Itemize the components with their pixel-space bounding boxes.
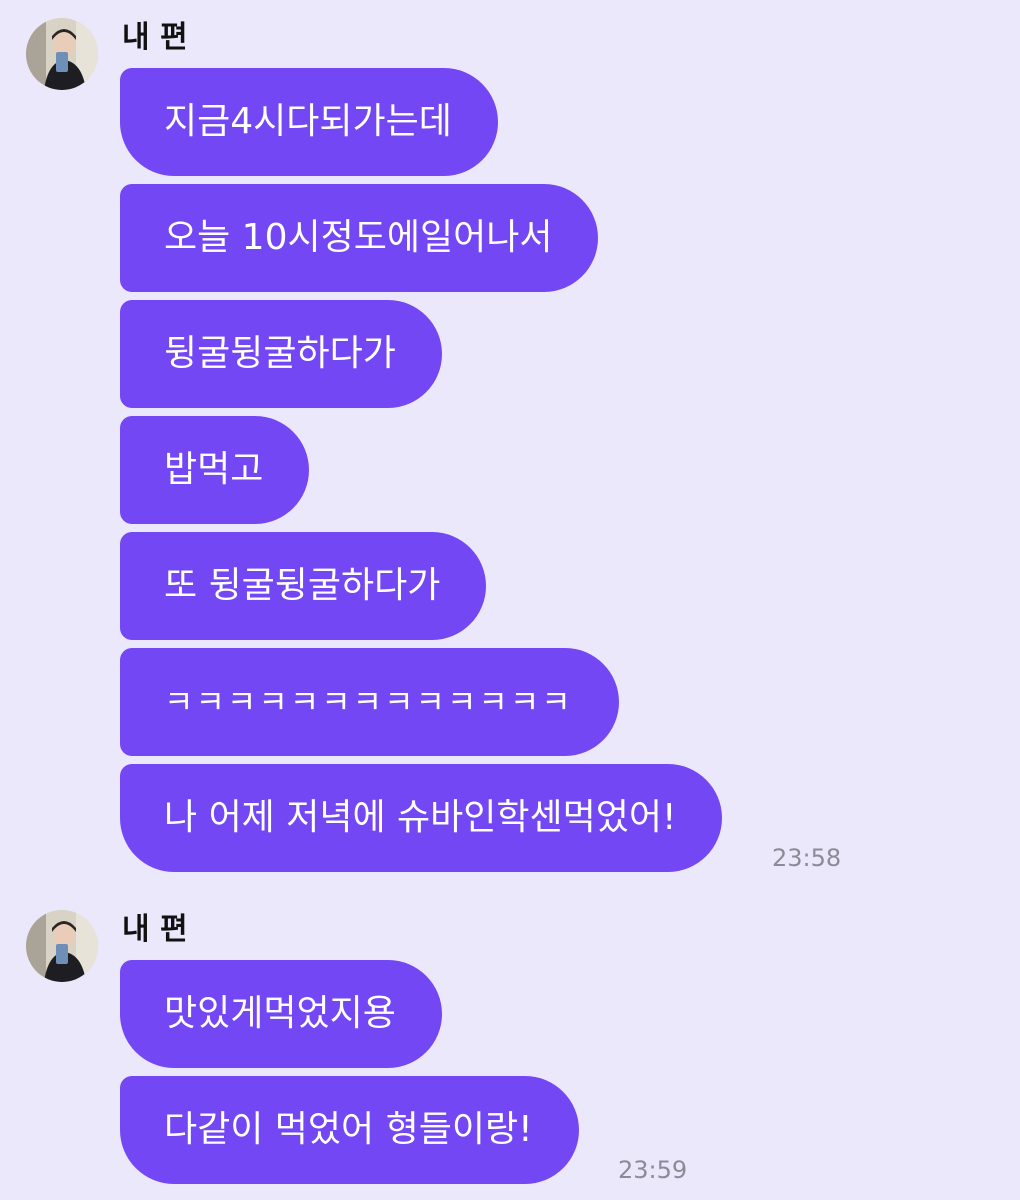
message-bubble[interactable]: ㅋㅋㅋㅋㅋㅋㅋㅋㅋㅋㅋㅋㅋ xyxy=(120,648,619,756)
avatar[interactable] xyxy=(26,18,98,90)
chat-view: 내 편 지금4시다되가는데 오늘 10시정도에일어나서 뒹굴뒹굴하다가 밥먹고 … xyxy=(0,0,1020,1200)
sender-name: 내 편 xyxy=(122,20,188,55)
message-bubble[interactable]: 맛있게먹었지용 xyxy=(120,960,442,1068)
message-bubble[interactable]: 나 어제 저녁에 슈바인학센먹었어! xyxy=(120,764,723,872)
avatar-photo-icon xyxy=(26,18,98,90)
avatar-photo-icon xyxy=(26,910,98,982)
message-bubble[interactable]: 또 뒹굴뒹굴하다가 xyxy=(120,532,487,640)
avatar[interactable] xyxy=(26,910,98,982)
message-bubble[interactable]: 지금4시다되가는데 xyxy=(120,68,498,176)
message-timestamp: 23:58 xyxy=(772,844,842,872)
message-bubble[interactable]: 밥먹고 xyxy=(120,416,310,524)
message-timestamp: 23:59 xyxy=(618,1156,688,1184)
message-bubble[interactable]: 다같이 먹었어 형들이랑! xyxy=(120,1076,579,1184)
message-bubble[interactable]: 뒹굴뒹굴하다가 xyxy=(120,300,442,408)
message-bubble[interactable]: 오늘 10시정도에일어나서 xyxy=(120,184,599,292)
sender-name: 내 편 xyxy=(122,912,188,947)
